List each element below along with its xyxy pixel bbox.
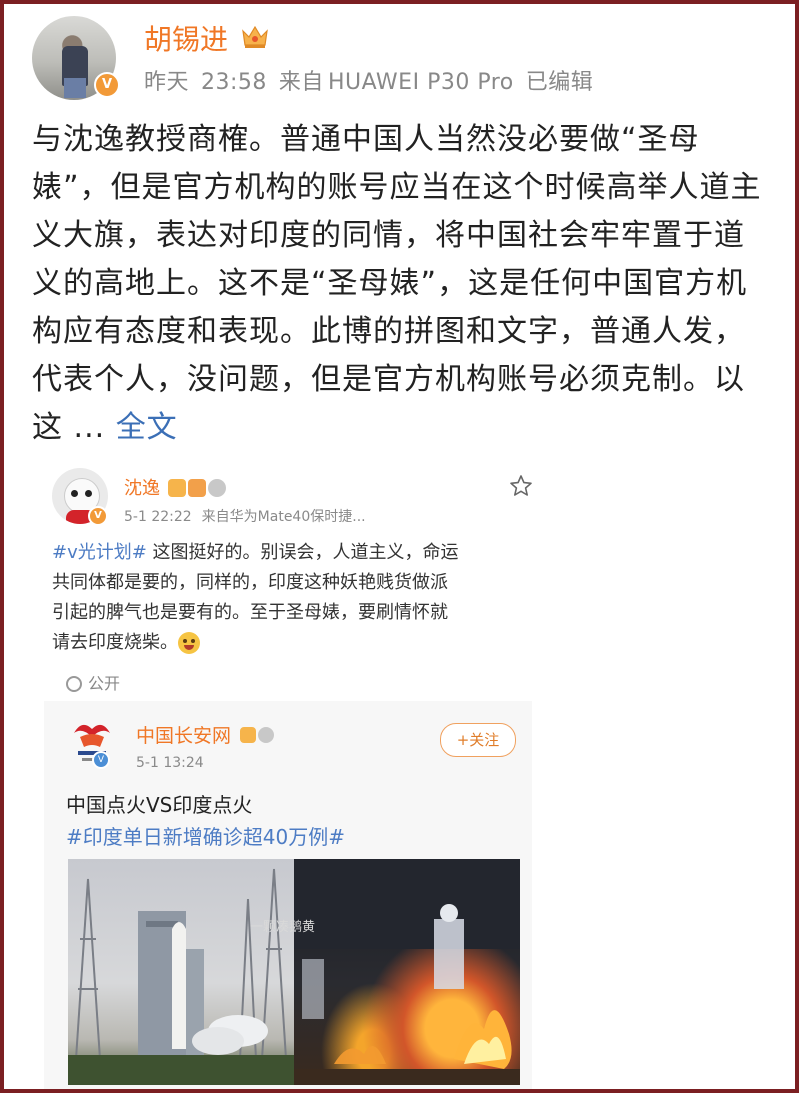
fan-badge-icon	[188, 478, 206, 497]
verified-v-icon: V	[88, 506, 108, 526]
quoted-author-name[interactable]: 沈逸	[124, 474, 160, 500]
crown-icon	[242, 25, 268, 48]
quoted-line: 请去印度烧柴。	[52, 632, 178, 653]
post-line: 这 ...	[32, 410, 116, 445]
post-last-line: 这 ... 全文	[32, 404, 784, 452]
post-time-clock: 23:58	[201, 70, 267, 95]
full-text-link[interactable]: 全文	[116, 410, 178, 445]
visibility-label: 公开	[66, 670, 120, 694]
quoted-line: 这图挺好的。别误会，人道主义，命运	[146, 542, 459, 563]
avatar-eye	[71, 490, 78, 497]
medal-icon	[258, 726, 274, 743]
quoted-line: 共同体都是要的，同样的，印度这种妖艳贱货做派	[52, 572, 448, 593]
follow-button[interactable]: +关注	[440, 723, 516, 757]
rocket-launch-illustration	[68, 868, 294, 1085]
verified-v-icon: V	[92, 751, 110, 769]
post-edited[interactable]: 已编辑	[526, 70, 594, 95]
visibility-text: 公开	[88, 674, 121, 693]
crown-icon	[240, 726, 256, 743]
laughing-emoji-icon	[178, 632, 200, 654]
screenshot-frame: 19 V 胡锡进 昨天23:58来自HUAWEI P30 Pro已编辑 与沈逸教…	[0, 0, 799, 1093]
repost-author-name[interactable]: 中国长安网	[136, 721, 231, 748]
repost-author-badges	[240, 724, 276, 743]
post-line: 义大旗，表达对印度的同情，将中国社会牢牢置于道	[32, 218, 745, 253]
quoted-line: 引起的脾气也是要有的。至于圣母婊，要刷情怀就	[52, 602, 448, 623]
quoted-author-badges	[168, 477, 228, 497]
post-line: 义的高地上。这不是“圣母婊”，这是任何中国官方机	[32, 266, 748, 301]
repost-topic-link[interactable]: #印度单日新增确诊超40万例#	[66, 821, 345, 850]
post-line: 构应有态度和表现。此博的拼图和文字，普通人发，	[32, 314, 745, 349]
avatar-legs	[64, 78, 86, 98]
avatar-eye	[85, 490, 92, 497]
post-time-day: 昨天	[144, 70, 190, 95]
post-meta: 昨天 23:58 来自 HUAWEI P30 Pro 已编辑	[144, 64, 605, 96]
quoted-first-line: #v光计划# 这图挺好的。别误会，人道主义，命运	[52, 538, 542, 568]
post-author-name[interactable]: 胡锡进	[144, 18, 228, 58]
rocket-launch-photo[interactable]	[68, 859, 294, 1085]
fire-scene-illustration	[294, 859, 520, 1085]
post-line: 代表个人，没问题，但是官方机构账号必须克制。以	[32, 362, 745, 397]
verified-v-icon: V	[94, 72, 120, 98]
crown-icon	[168, 478, 186, 497]
quoted-topic-link[interactable]: #v光计划#	[52, 542, 147, 563]
post-line: 婊”，但是官方机构的账号应当在这个时候高举人道主	[32, 170, 762, 205]
quoted-time: 5-1 22:22	[124, 509, 192, 525]
post-line: 与沈逸教授商榷。普通中国人当然没必要做“圣母	[32, 122, 700, 157]
photo-watermark: 一颗凑鹅黄	[250, 920, 316, 935]
quoted-post-screenshot: V 沈逸 5-1 22:22 来自华为Mate40保时捷... #v光计划# 这图…	[44, 456, 544, 1089]
post-source: 来自	[278, 70, 324, 95]
post-body: 与沈逸教授商榷。普通中国人当然没必要做“圣母 婊”，但是官方机构的账号应当在这个…	[32, 116, 784, 452]
quoted-meta: 5-1 22:22 来自华为Mate40保时捷...	[124, 506, 376, 526]
quoted-last-line: 请去印度烧柴。	[52, 628, 542, 658]
repost-time: 5-1 13:24	[136, 755, 204, 771]
post-device[interactable]: HUAWEI P30 Pro	[328, 70, 514, 95]
repost-card[interactable]: V 中国长安网 5-1 13:24 +关注 中国点火VS印度点火 #印度单日新增…	[44, 701, 532, 1089]
repost-title: 中国点火VS印度点火	[66, 793, 253, 817]
globe-icon	[66, 676, 82, 692]
quoted-body: #v光计划# 这图挺好的。别误会，人道主义，命运 共同体都是要的，同样的，印度这…	[52, 538, 542, 658]
star-icon[interactable]	[509, 474, 533, 498]
quoted-source: 来自华为Mate40保时捷...	[201, 509, 366, 525]
india-fire-photo[interactable]	[294, 859, 520, 1085]
medal-icon	[208, 478, 226, 497]
